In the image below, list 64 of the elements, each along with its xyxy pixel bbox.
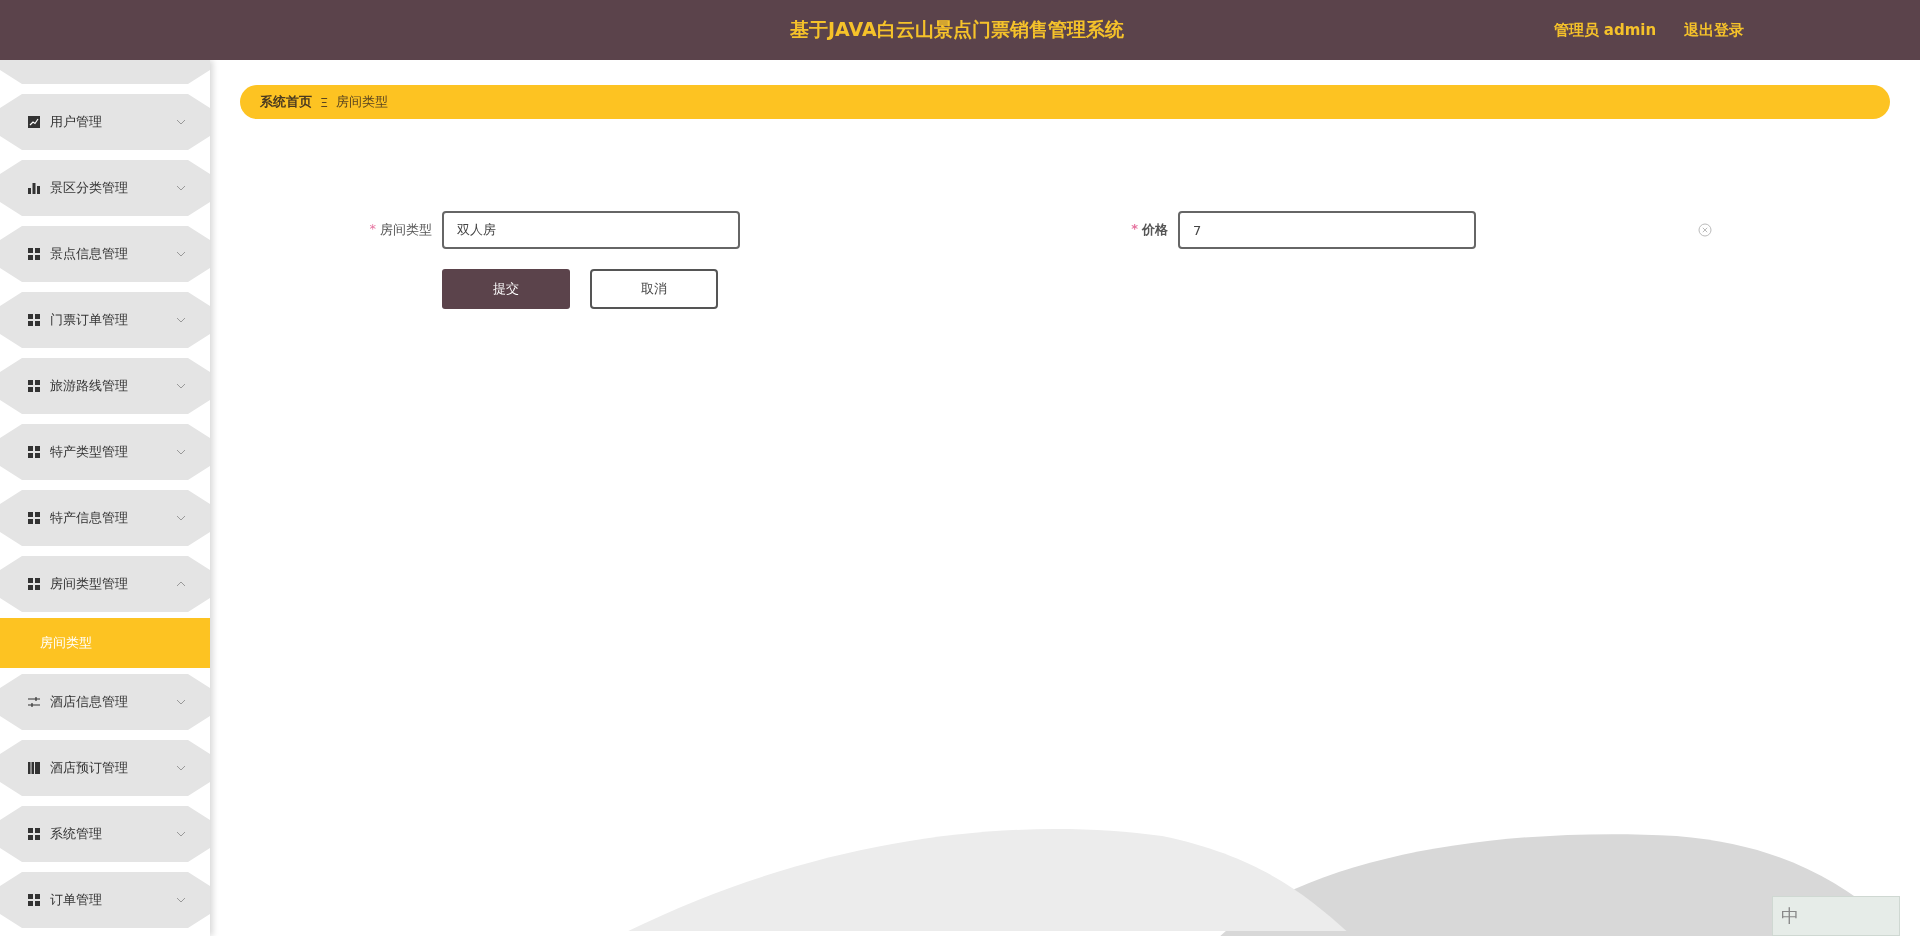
menu-item[interactable]: 特产信息管理 [0, 490, 210, 546]
chevron-icon [176, 515, 186, 521]
grid-icon [28, 578, 40, 590]
chevron-icon [176, 251, 186, 257]
chevron-icon [176, 383, 186, 389]
menu-item[interactable]: 酒店信息管理 [0, 674, 210, 730]
menu-label: 酒店预订管理 [50, 759, 129, 777]
field-label: * 价格 [1130, 221, 1169, 239]
menu-item[interactable]: 用户管理 [0, 94, 210, 150]
menu-label: 特产信息管理 [50, 509, 129, 527]
grid-icon [28, 894, 40, 906]
menu-label: 旅游路线管理 [50, 377, 129, 395]
breadcrumb-home[interactable]: 系统首页 [260, 93, 312, 111]
menu-item[interactable]: 门票订单管理 [0, 292, 210, 348]
menu-item[interactable] [0, 60, 210, 84]
sliders-icon [28, 696, 40, 708]
menu-label: 系统管理 [50, 825, 103, 843]
menu-item[interactable]: 特产类型管理 [0, 424, 210, 480]
menu-label: 景点信息管理 [50, 245, 129, 263]
clear-icon[interactable] [1698, 223, 1712, 237]
menu-item[interactable]: 房间类型管理 [0, 556, 210, 612]
chevron-icon [176, 449, 186, 455]
chevron-icon [176, 119, 186, 125]
input-field[interactable]: 双人房 [442, 211, 740, 249]
chevron-icon [176, 699, 186, 705]
app-title: 基于JAVA白云山景点门票销售管理系统 [790, 17, 1124, 42]
grid-icon [28, 248, 40, 260]
grid-icon [28, 512, 40, 524]
menu-label: 订单管理 [50, 891, 103, 909]
menu-item[interactable]: 景点信息管理 [0, 226, 210, 282]
chevron-icon [176, 317, 186, 323]
menu-item[interactable]: 订单管理 [0, 872, 210, 928]
breadcrumb-separator: Ξ [320, 94, 329, 110]
menu-label: 酒店信息管理 [50, 693, 129, 711]
cancel-button[interactable]: 取消 [590, 269, 718, 309]
menu-item[interactable]: 系统管理 [0, 806, 210, 862]
grid-icon [28, 828, 40, 840]
chevron-icon [176, 831, 186, 837]
menu-item[interactable]: 景区分类管理 [0, 160, 210, 216]
book-icon [28, 762, 40, 774]
menu-label: 门票订单管理 [50, 311, 129, 329]
menu-label: 景区分类管理 [50, 179, 129, 197]
menu-item[interactable]: 酒店预订管理 [0, 740, 210, 796]
field-label: * 房间类型 [368, 221, 433, 239]
user-name: 管理员 admin [1553, 20, 1657, 40]
chevron-icon [176, 765, 186, 771]
menu-label: 用户管理 [50, 113, 103, 131]
chevron-icon [176, 897, 186, 903]
bar-chart-icon [28, 182, 40, 194]
breadcrumb-current: 房间类型 [336, 93, 389, 111]
grid-icon [28, 380, 40, 392]
required-mark: * [369, 221, 376, 238]
menu-label: 特产类型管理 [50, 443, 129, 461]
logout-link[interactable]: 退出登录 [1684, 20, 1745, 40]
input-field[interactable]: 7 [1178, 211, 1476, 249]
submit-button[interactable]: 提交 [442, 269, 570, 309]
menu-item[interactable]: 旅游路线管理 [0, 358, 210, 414]
grid-icon [28, 446, 40, 458]
chevron-icon [176, 581, 186, 587]
required-mark: * [1131, 221, 1138, 238]
grid-icon [28, 314, 40, 326]
chart-icon [28, 116, 40, 128]
menu-label: 房间类型管理 [50, 575, 129, 593]
chevron-icon [176, 185, 186, 191]
